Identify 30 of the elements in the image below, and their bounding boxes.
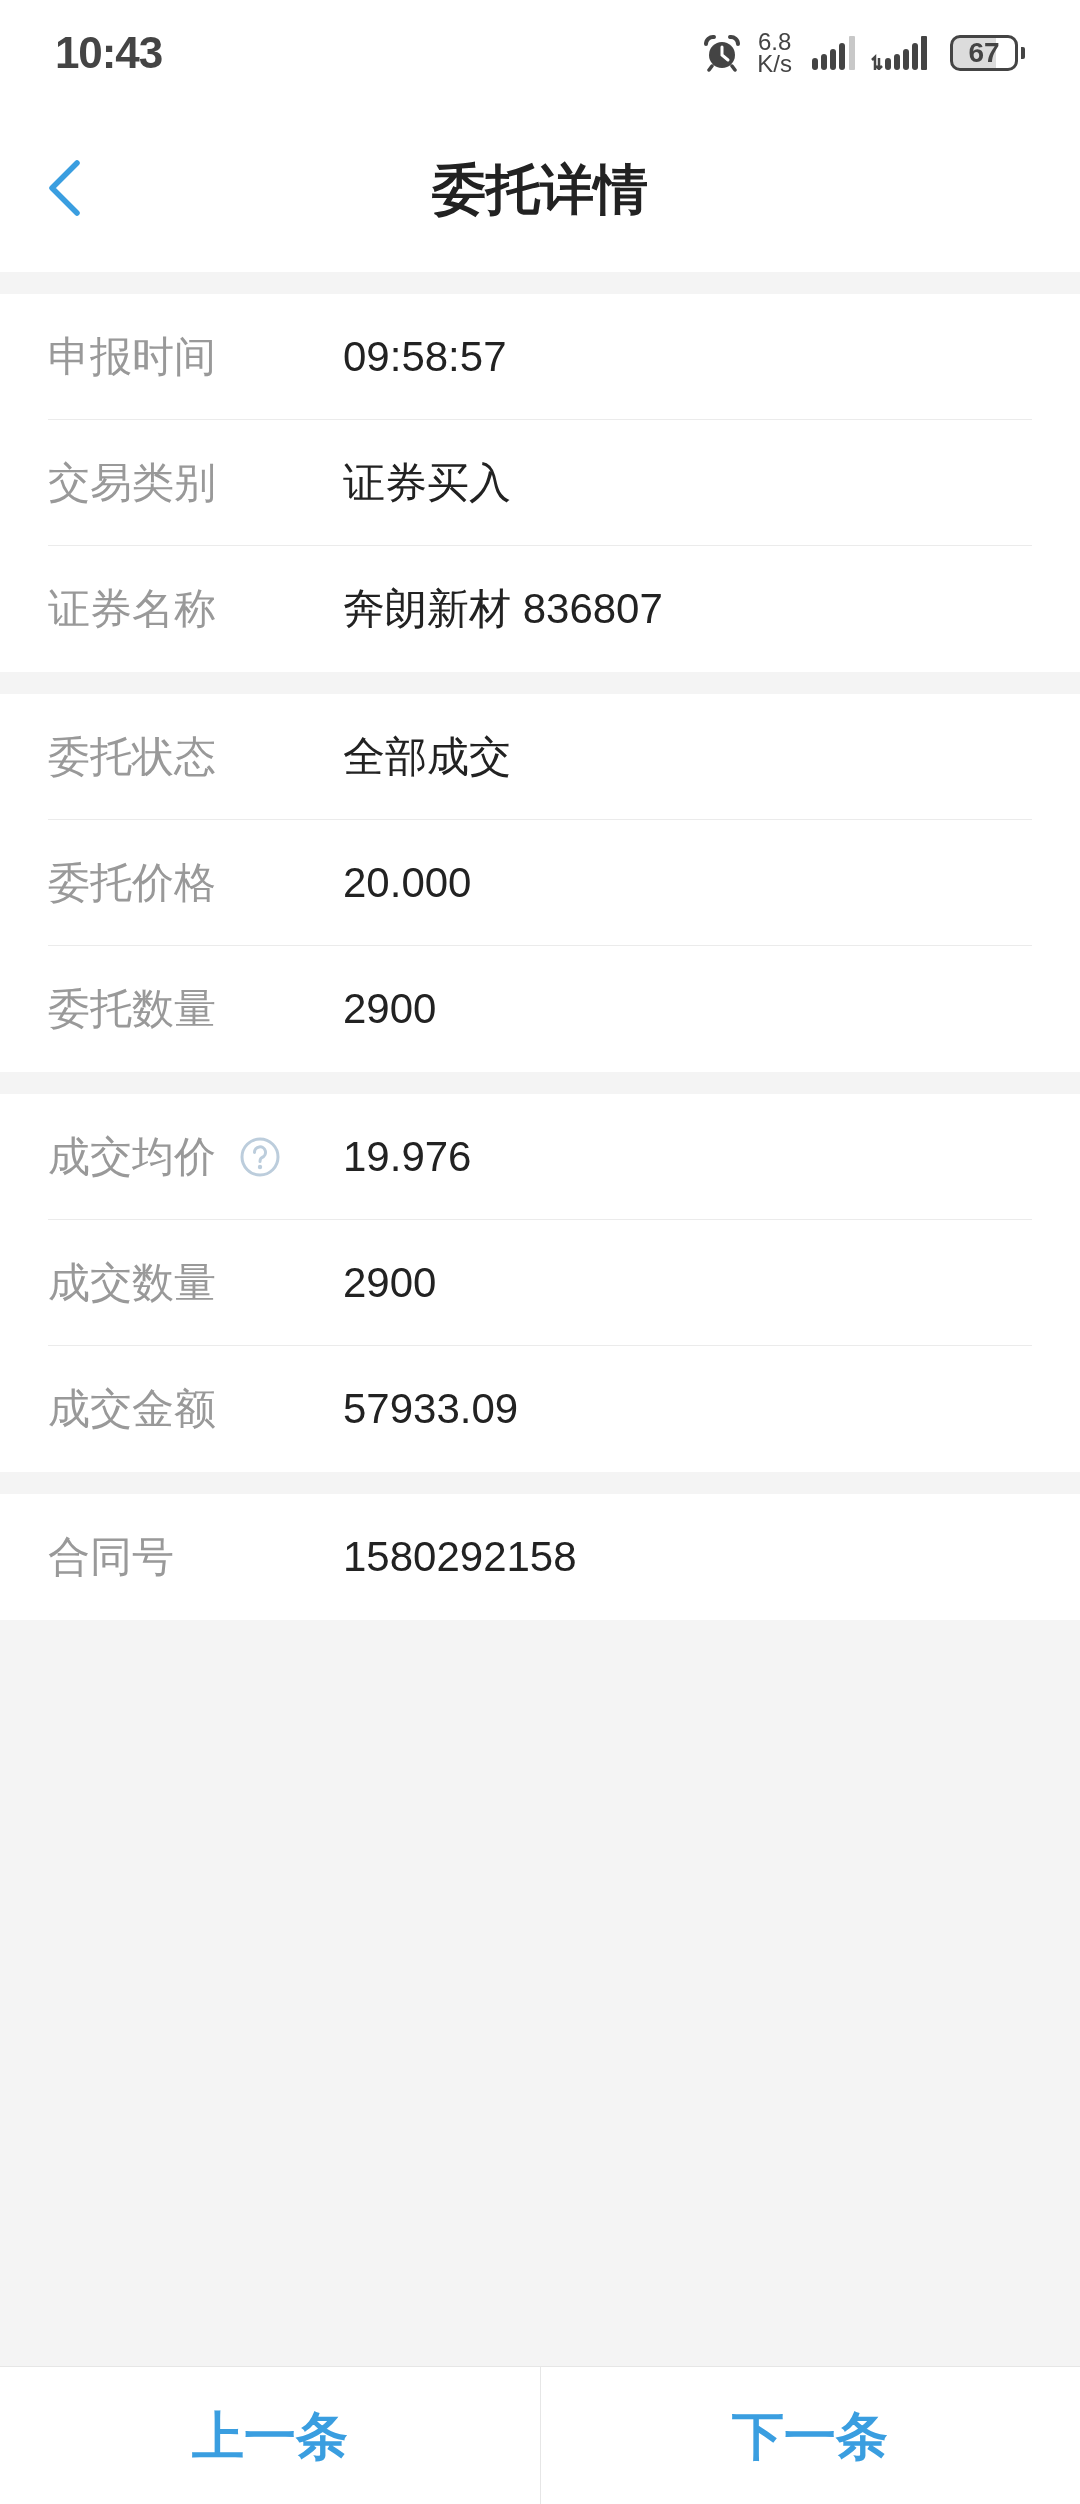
- network-speed: 6.8: [757, 30, 792, 53]
- help-icon[interactable]: [240, 1136, 280, 1177]
- field-label: 成交均价: [48, 1135, 216, 1178]
- field-label: 申报时间: [48, 335, 216, 378]
- network-speed-unit: K/s: [757, 52, 792, 75]
- field-label: 委托数量: [48, 988, 216, 1030]
- battery-terminal-icon: [1021, 46, 1025, 59]
- field-label: 委托状态: [48, 735, 216, 778]
- field-value: 20.000: [343, 861, 472, 904]
- field-label: 合同号: [48, 1536, 174, 1578]
- field-value: 全部成交: [343, 735, 511, 778]
- page-title: 委托详情: [432, 161, 648, 216]
- field-value: 19.976: [343, 1135, 472, 1178]
- field-value: 57933.09: [343, 1388, 519, 1430]
- field-label: 交易类别: [48, 461, 216, 504]
- field-label: 委托价格: [48, 861, 216, 904]
- field-label: 成交金额: [48, 1388, 216, 1430]
- alarm-clock-icon: [703, 33, 742, 72]
- status-time: 10:43: [55, 30, 163, 75]
- field-value: 奔朗新材 836807: [343, 588, 663, 630]
- field-value: 09:58:57: [343, 335, 507, 378]
- signal-icon: [812, 35, 856, 70]
- field-value: 证券买入: [343, 461, 511, 504]
- field-label: 成交数量: [48, 1261, 216, 1304]
- field-value: 2900: [343, 988, 437, 1030]
- battery-level: 67: [950, 34, 1018, 71]
- field-label: 证券名称: [48, 588, 216, 630]
- chevron-left-icon: [46, 159, 82, 217]
- field-value: 2900: [343, 1261, 437, 1304]
- field-value: 1580292158: [343, 1536, 577, 1578]
